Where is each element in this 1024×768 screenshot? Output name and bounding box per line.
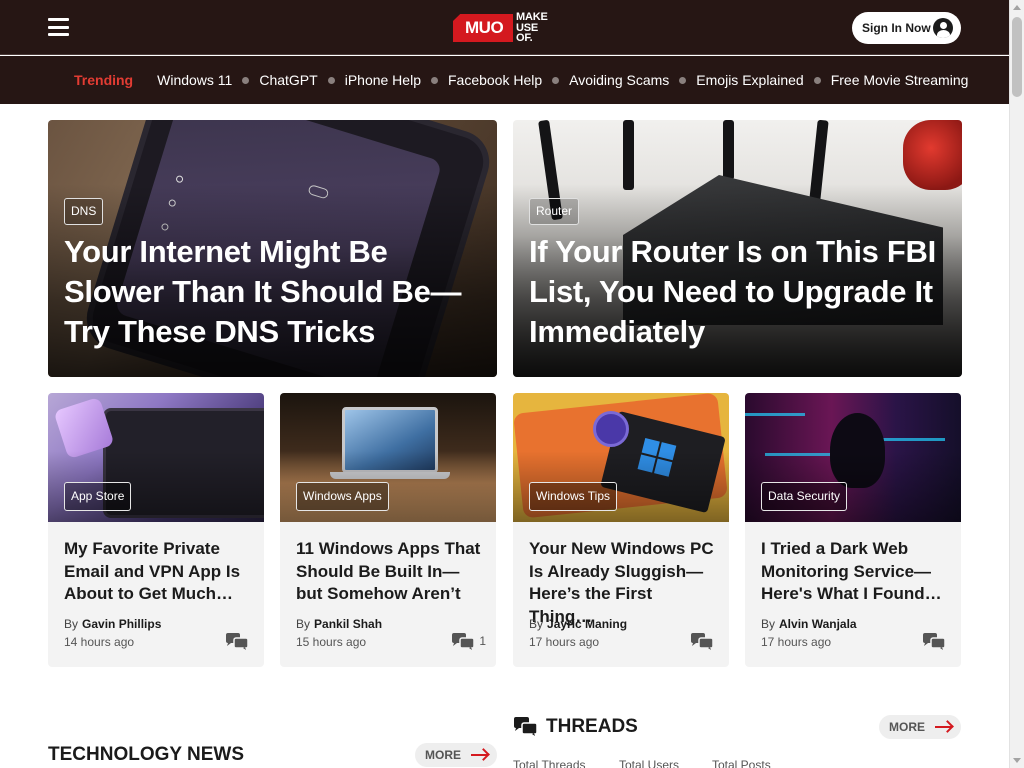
user-avatar-icon	[933, 18, 953, 38]
category-tag-router[interactable]: Router	[529, 198, 580, 225]
separator-dot-icon	[430, 76, 438, 84]
more-label: MORE	[425, 748, 461, 762]
comments-icon[interactable]	[452, 633, 474, 650]
article-time: 15 hours ago	[296, 635, 367, 649]
logo-box: MUO	[453, 14, 513, 42]
article-byline: By Pankil Shah	[296, 617, 382, 631]
hero-article-router[interactable]: Router If Your Router Is on This FBI Lis…	[513, 120, 962, 377]
byline-prefix: By	[761, 617, 776, 631]
article-title[interactable]: Your New Windows PC Is Already Sluggish—…	[529, 538, 715, 628]
stat-total-users: Total Users	[619, 758, 680, 768]
article-byline: By Jayric Maning	[529, 617, 627, 631]
hero-title[interactable]: Your Internet Might Be Slower Than It Sh…	[64, 232, 475, 352]
category-tag-dns[interactable]: DNS	[64, 198, 104, 225]
logo-word-of: OF.	[516, 32, 533, 44]
category-tag-windows-tips[interactable]: Windows Tips	[529, 482, 618, 511]
sign-in-button[interactable]: Sign In Now	[852, 12, 961, 44]
hero-article-dns[interactable]: DNS Your Internet Might Be Slower Than I…	[48, 120, 497, 377]
author-link[interactable]: Jayric Maning	[547, 617, 627, 631]
sign-in-label: Sign In Now	[862, 21, 931, 35]
trending-item-facebook-help[interactable]: Facebook Help	[448, 72, 542, 88]
article-time: 14 hours ago	[64, 635, 135, 649]
arrow-right-icon	[935, 726, 951, 728]
technology-news-title: TECHNOLOGY NEWS	[48, 744, 244, 765]
byline-prefix: By	[296, 617, 311, 631]
author-link[interactable]: Pankil Shah	[314, 617, 382, 631]
separator-dot-icon	[679, 76, 687, 84]
author-link[interactable]: Alvin Wanjala	[779, 617, 857, 631]
scroll-up-arrow-icon[interactable]	[1013, 5, 1021, 10]
comment-count: 1	[479, 634, 486, 648]
trending-item-free-movie-streaming[interactable]: Free Movie Streaming	[831, 72, 969, 88]
hero-title[interactable]: If Your Router Is on This FBI List, You …	[529, 232, 940, 352]
trending-item-avoiding-scams[interactable]: Avoiding Scams	[569, 72, 669, 88]
stat-total-threads: Total Threads	[513, 758, 586, 768]
category-tag-app-store[interactable]: App Store	[64, 482, 132, 511]
separator-dot-icon	[813, 76, 821, 84]
separator-dot-icon	[242, 76, 250, 84]
menu-icon[interactable]	[48, 18, 69, 36]
article-byline: By Gavin Phillips	[64, 617, 161, 631]
more-label: MORE	[889, 720, 925, 734]
threads-icon	[514, 717, 537, 736]
threads-more-button[interactable]: MORE	[879, 715, 961, 739]
trending-label: Trending	[74, 72, 134, 88]
article-title[interactable]: 11 Windows Apps That Should Be Built In—…	[296, 538, 482, 606]
comments-icon[interactable]	[226, 633, 248, 650]
article-time: 17 hours ago	[761, 635, 832, 649]
article-thumbnail[interactable]: App Store	[48, 393, 264, 522]
trending-item-iphone-help[interactable]: iPhone Help	[345, 72, 421, 88]
comments-icon[interactable]	[691, 633, 713, 650]
scroll-down-arrow-icon[interactable]	[1013, 758, 1021, 763]
article-card: App Store My Favorite Private Email and …	[48, 393, 264, 667]
logo-word-make: MAKE	[516, 11, 548, 23]
trending-bar: Trending Windows 11 ChatGPT iPhone Help …	[0, 56, 1009, 104]
scroll-thumb[interactable]	[1012, 17, 1022, 97]
comments-icon[interactable]	[923, 633, 945, 650]
article-thumbnail[interactable]: Data Security	[745, 393, 961, 522]
article-thumbnail[interactable]: Windows Tips	[513, 393, 729, 522]
article-card: Windows Tips Your New Windows PC Is Alre…	[513, 393, 729, 667]
article-title[interactable]: My Favorite Private Email and VPN App Is…	[64, 538, 250, 606]
trending-item-windows-11[interactable]: Windows 11	[157, 72, 232, 88]
logo-words: MAKE USE OF.	[516, 12, 560, 44]
tech-news-more-button[interactable]: MORE	[415, 743, 497, 767]
category-tag-windows-apps[interactable]: Windows Apps	[296, 482, 389, 511]
trending-item-chatgpt[interactable]: ChatGPT	[259, 72, 317, 88]
byline-prefix: By	[64, 617, 79, 631]
site-logo[interactable]: MUO MAKE USE OF.	[453, 12, 557, 44]
article-byline: By Alvin Wanjala	[761, 617, 857, 631]
article-title[interactable]: I Tried a Dark Web Monitoring Service—He…	[761, 538, 947, 606]
article-card: Data Security I Tried a Dark Web Monitor…	[745, 393, 961, 667]
article-card: Windows Apps 11 Windows Apps That Should…	[280, 393, 496, 667]
byline-prefix: By	[529, 617, 544, 631]
separator-dot-icon	[552, 76, 560, 84]
category-tag-data-security[interactable]: Data Security	[761, 482, 848, 511]
article-thumbnail[interactable]: Windows Apps	[280, 393, 496, 522]
top-header: MUO MAKE USE OF. Sign In Now	[0, 0, 1009, 55]
page-scrollbar[interactable]	[1009, 0, 1024, 768]
trending-item-emojis-explained[interactable]: Emojis Explained	[696, 72, 803, 88]
arrow-right-icon	[471, 754, 487, 756]
threads-title: THREADS	[546, 716, 638, 737]
article-time: 17 hours ago	[529, 635, 600, 649]
stat-total-posts: Total Posts	[712, 758, 771, 768]
author-link[interactable]: Gavin Phillips	[82, 617, 161, 631]
separator-dot-icon	[327, 76, 335, 84]
